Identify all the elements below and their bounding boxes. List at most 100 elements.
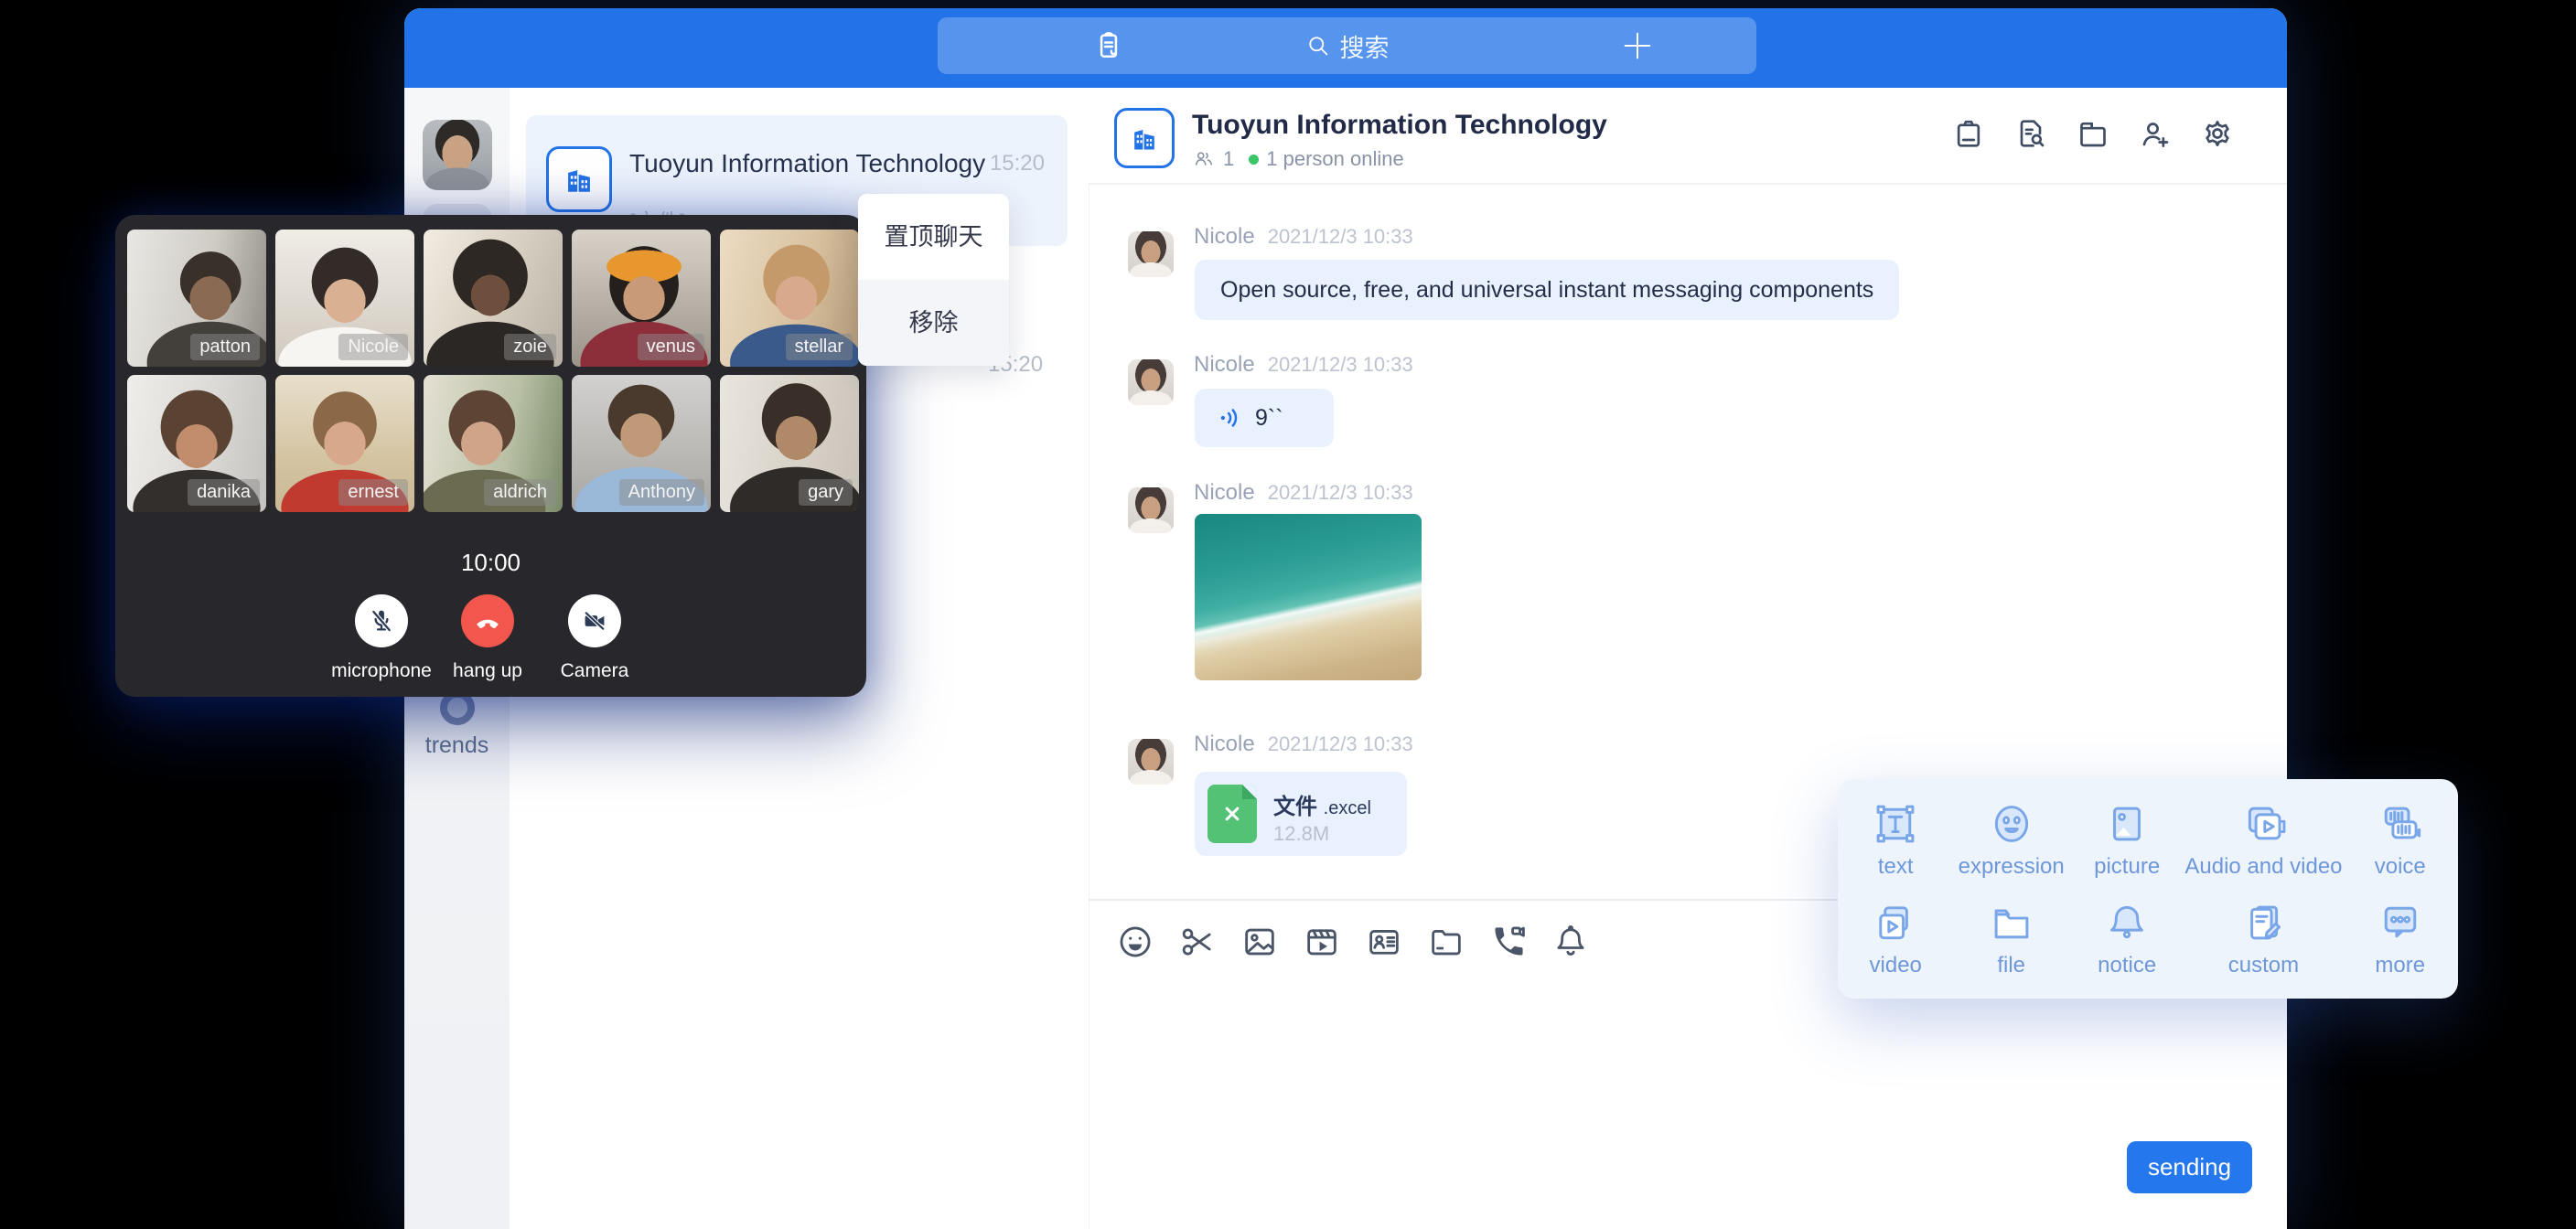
file-extension: .excel: [1324, 798, 1371, 818]
notification-bell-icon[interactable]: [1551, 923, 1590, 961]
search-icon: [1305, 33, 1331, 59]
composer-toolbar: [1116, 923, 1590, 961]
avatar: [1128, 231, 1174, 277]
contact-card-icon[interactable]: [1365, 923, 1403, 961]
screenshot-canvas: 搜索 trends: [0, 0, 2576, 1229]
participant-name: gary: [799, 479, 853, 506]
panel-item-video[interactable]: video: [1838, 889, 1953, 988]
file-size: 12.8M: [1273, 822, 1329, 846]
message-time: 2021/12/3 10:33: [1268, 732, 1413, 756]
message-time: 2021/12/3 10:33: [1268, 353, 1413, 377]
text-message-bubble[interactable]: Open source, free, and universal instant…: [1195, 260, 1899, 320]
participant-name: zoie: [504, 334, 556, 360]
camera-toggle-button[interactable]: [568, 594, 621, 647]
video-tile: zoie: [424, 230, 563, 367]
camera-label: Camera: [521, 660, 668, 682]
panel-item-more[interactable]: more: [2343, 889, 2458, 988]
call-timer: 10:00: [115, 549, 866, 577]
message-meta: Nicole 2021/12/3 10:33: [1194, 732, 1413, 757]
camera-muted-icon: [580, 606, 609, 636]
microphone-mute-button[interactable]: [355, 594, 408, 647]
emoji-icon[interactable]: [1116, 923, 1154, 961]
participant-name: aldrich: [484, 479, 556, 506]
panel-item-voice[interactable]: voice: [2343, 790, 2458, 889]
file-name: 文件 .excel: [1273, 788, 1371, 820]
voice-message-bubble[interactable]: 9``: [1195, 389, 1334, 447]
plus-icon: [1619, 27, 1656, 64]
microphone-muted-icon: [367, 606, 396, 636]
video-tile: Anthony: [572, 375, 711, 512]
screenshot-scissors-icon[interactable]: [1178, 923, 1217, 961]
custom-message-icon: [2238, 898, 2288, 947]
image-message-beach-photo[interactable]: [1195, 514, 1422, 680]
message-time: 2021/12/3 10:33: [1268, 225, 1413, 249]
avatar: [1128, 739, 1174, 785]
vote-icon[interactable]: [1950, 115, 1987, 152]
add-member-icon[interactable]: [2137, 115, 2174, 152]
message-meta: Nicole 2021/12/3 10:33: [1194, 480, 1413, 506]
participant-name: patton: [190, 334, 260, 360]
app-window: 搜索 trends: [404, 8, 2287, 1229]
video-call-icon[interactable]: [1489, 923, 1528, 961]
panel-item-audio-video[interactable]: Audio and video: [2184, 790, 2342, 889]
expression-icon: [1987, 799, 2036, 849]
video-call-panel: patton Nicole zoie venus stellar danika …: [115, 215, 866, 697]
my-avatar[interactable]: [423, 120, 492, 190]
file-message-bubble[interactable]: 文件 .excel 12.8M: [1195, 772, 1407, 856]
message-meta: Nicole 2021/12/3 10:33: [1194, 224, 1413, 250]
context-menu: 置顶聊天 移除: [858, 194, 1009, 366]
participant-grid: patton Nicole zoie venus stellar danika …: [127, 230, 859, 512]
participant-name: venus: [638, 334, 704, 360]
video-tile: aldrich: [424, 375, 563, 512]
file-search-icon[interactable]: [2012, 115, 2049, 152]
trends-label: trends: [404, 732, 510, 759]
video-icon: [1871, 898, 1920, 947]
participant-name: ernest: [338, 479, 408, 506]
chat-item-time: 15:20: [990, 151, 1045, 176]
sidebar-item-trends[interactable]: trends: [404, 690, 510, 759]
participant-name: stellar: [786, 334, 853, 360]
chat-title: Tuoyun Information Technology: [1192, 110, 1607, 141]
sender-name: Nicole: [1194, 732, 1255, 757]
top-bar: 搜索: [404, 8, 2287, 88]
video-tile: ernest: [275, 375, 414, 512]
panel-item-notice[interactable]: notice: [2069, 889, 2184, 988]
picture-icon[interactable]: [1240, 923, 1279, 961]
excel-file-icon: [1208, 785, 1257, 843]
menu-item-remove[interactable]: 移除: [858, 280, 1009, 366]
more-icon: [2376, 898, 2425, 947]
menu-item-pin-chat[interactable]: 置顶聊天: [858, 194, 1009, 280]
send-button[interactable]: sending: [2127, 1141, 2252, 1193]
search-placeholder: 搜索: [1340, 28, 1390, 64]
panel-item-custom[interactable]: custom: [2184, 889, 2342, 988]
settings-gear-icon[interactable]: [2199, 115, 2236, 152]
voice-icon: [2376, 799, 2425, 849]
member-count: 1: [1223, 147, 1234, 171]
video-tile: Nicole: [275, 230, 414, 367]
file-folder-icon[interactable]: [1427, 923, 1465, 961]
search-input[interactable]: 搜索: [938, 17, 1756, 74]
chat-item-title: Tuoyun Information Technology: [629, 149, 985, 178]
participant-name: danika: [188, 479, 260, 506]
sender-name: Nicole: [1194, 224, 1255, 250]
video-clapper-icon[interactable]: [1303, 923, 1341, 961]
members-icon: [1192, 147, 1216, 171]
file-folder-icon: [1987, 898, 2036, 947]
group-building-icon: [1114, 108, 1175, 168]
online-dot: [1249, 155, 1259, 165]
folder-icon[interactable]: [2075, 115, 2111, 152]
hang-up-button[interactable]: [461, 594, 514, 647]
panel-item-text[interactable]: text: [1838, 790, 1953, 889]
video-tile: gary: [720, 375, 859, 512]
panel-item-picture[interactable]: picture: [2069, 790, 2184, 889]
panel-item-file[interactable]: file: [1953, 889, 2068, 988]
participant-name: Nicole: [338, 334, 408, 360]
panel-item-expression[interactable]: expression: [1953, 790, 2068, 889]
avatar: [1128, 359, 1174, 405]
avatar: [1128, 487, 1174, 533]
chat-header: Tuoyun Information Technology 1 1 person…: [1089, 88, 2287, 185]
audio-video-icon: [2238, 799, 2288, 849]
add-button[interactable]: [1619, 17, 1656, 74]
group-building-icon: [546, 146, 612, 212]
hang-up-icon: [472, 605, 503, 636]
